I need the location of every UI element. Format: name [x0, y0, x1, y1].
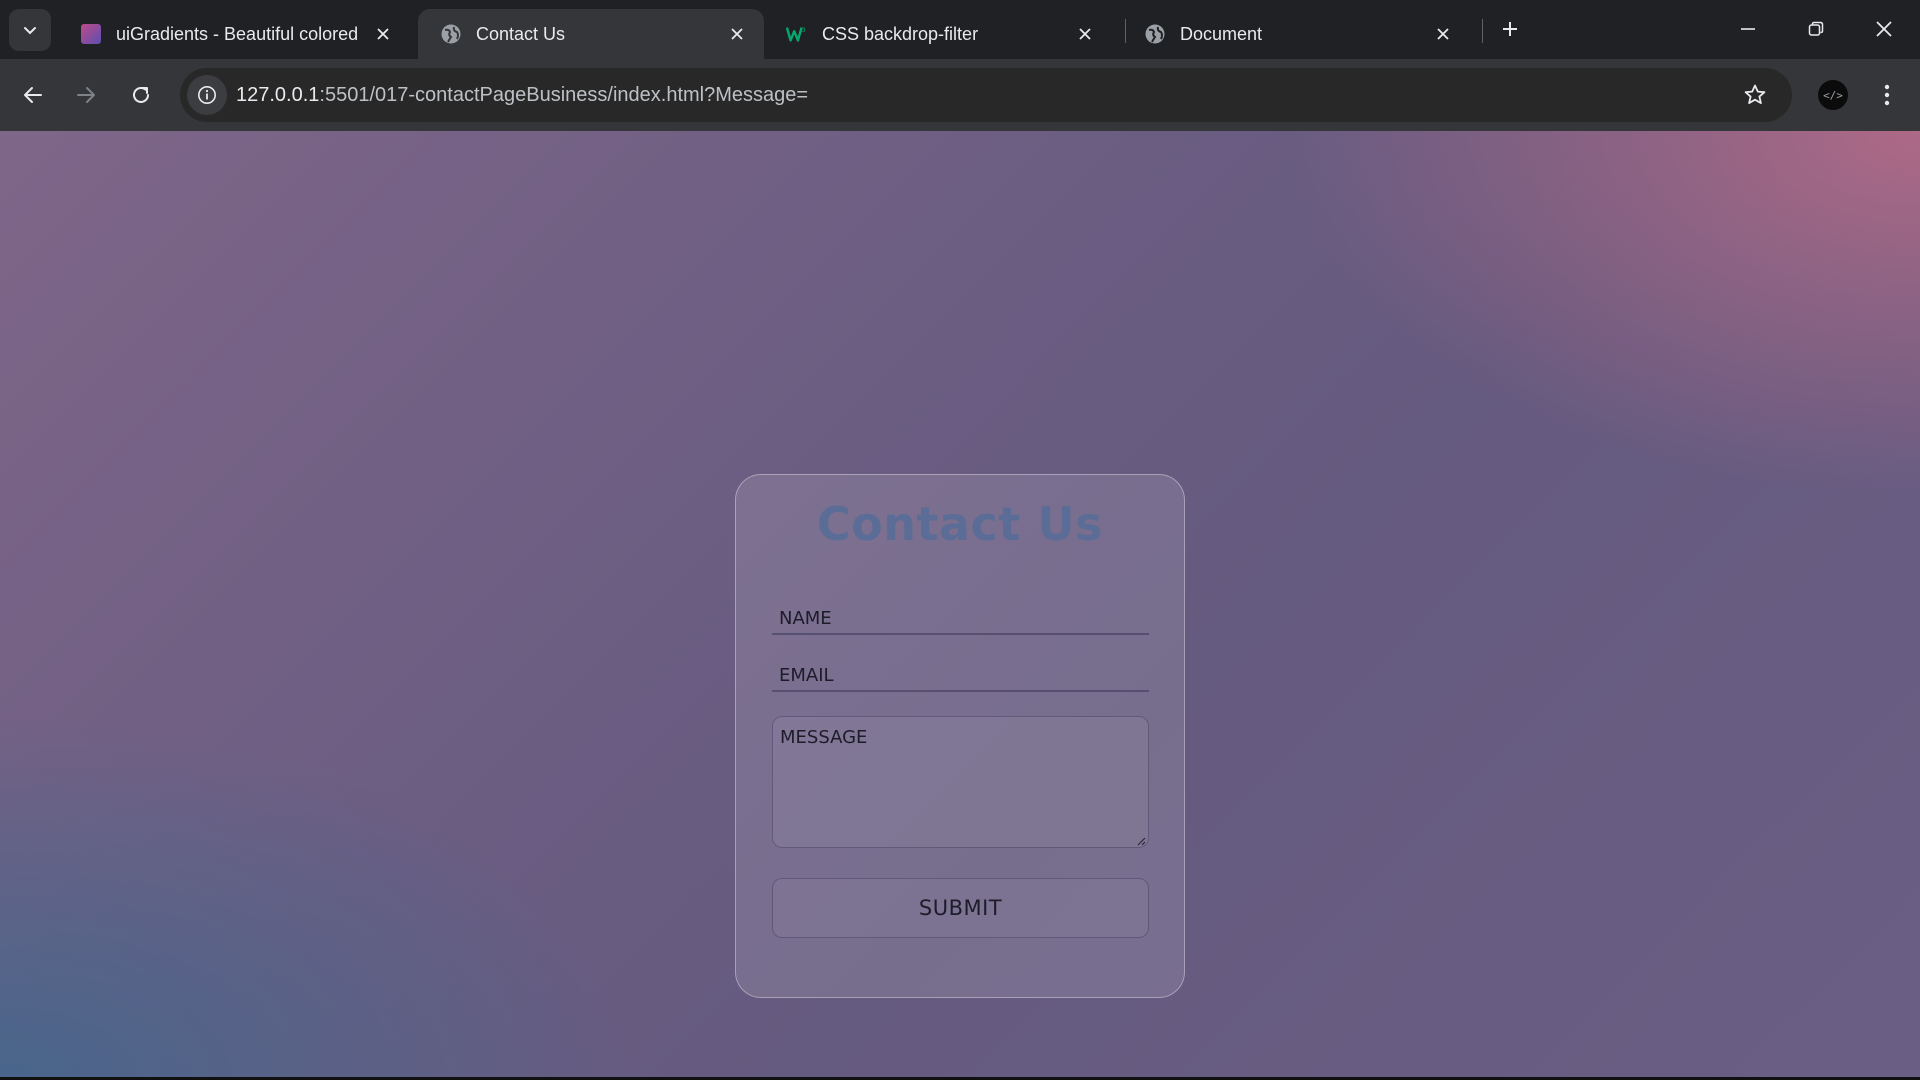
name-field[interactable] — [772, 595, 1149, 635]
tab-title: Document — [1180, 23, 1263, 44]
page-title: Contact Us — [816, 497, 1104, 551]
close-tab-icon[interactable] — [1428, 19, 1458, 49]
bookmark-button[interactable] — [1740, 80, 1770, 110]
close-window-button[interactable] — [1850, 0, 1918, 58]
tab-title: Contact Us — [476, 23, 566, 44]
new-tab-button[interactable] — [1494, 13, 1526, 45]
uigradients-favicon — [80, 23, 102, 45]
url-host: 127.0.0.1 — [236, 83, 320, 106]
arrow-right-icon — [77, 87, 95, 103]
submit-button[interactable]: SUBMIT — [772, 878, 1149, 938]
close-icon — [1876, 21, 1892, 37]
url-text: 127.0.0.1:5501/017-contactPageBusiness/i… — [236, 84, 808, 107]
star-icon — [1744, 84, 1766, 104]
forward-button[interactable] — [68, 77, 104, 113]
tab-search-button[interactable] — [9, 9, 51, 51]
globe-icon — [1144, 23, 1166, 45]
tab-contact-us[interactable]: Contact Us — [418, 9, 764, 59]
minimize-icon — [1741, 28, 1755, 30]
info-icon — [198, 86, 216, 104]
resize-grip-icon[interactable] — [1136, 836, 1146, 846]
close-tab-icon[interactable] — [368, 19, 398, 49]
url-path: :5501/017-contactPageBusiness/index.html… — [319, 83, 809, 106]
arrow-left-icon — [24, 87, 42, 103]
svg-text:3: 3 — [802, 26, 806, 34]
site-info-button[interactable] — [187, 75, 227, 115]
extension-icon[interactable]: </> — [1818, 80, 1848, 110]
chevron-down-icon — [24, 27, 36, 35]
email-field[interactable] — [772, 652, 1149, 692]
reload-button[interactable] — [123, 77, 159, 113]
tab-uigradients[interactable]: uiGradients - Beautiful colored — [58, 9, 410, 59]
address-bar[interactable]: 127.0.0.1:5501/017-contactPageBusiness/i… — [180, 68, 1792, 122]
tab-title: CSS backdrop-filter — [822, 23, 979, 44]
contact-card: Contact Us SUBMIT — [735, 474, 1185, 998]
close-tab-icon[interactable] — [722, 19, 752, 49]
page-viewport: Contact Us SUBMIT — [0, 131, 1920, 1080]
message-field[interactable] — [772, 716, 1149, 848]
tab-strip: uiGradients - Beautiful colored Contact … — [0, 0, 1920, 59]
browser-menu-button[interactable] — [1872, 77, 1902, 113]
restore-icon — [1808, 21, 1824, 36]
back-button[interactable] — [15, 77, 51, 113]
w3schools-favicon: 3 — [786, 23, 808, 45]
restore-button[interactable] — [1782, 0, 1850, 58]
minimize-button[interactable] — [1714, 0, 1782, 58]
browser-toolbar: 127.0.0.1:5501/017-contactPageBusiness/i… — [0, 59, 1920, 131]
tab-document[interactable]: Document — [1122, 9, 1470, 59]
close-tab-icon[interactable] — [1070, 19, 1100, 49]
plus-icon — [1503, 22, 1517, 36]
tab-separator — [1482, 19, 1483, 43]
kebab-menu-icon — [1884, 84, 1890, 106]
reload-icon — [133, 86, 149, 103]
tab-css-backdrop-filter[interactable]: 3 CSS backdrop-filter — [764, 9, 1112, 59]
tab-title: uiGradients - Beautiful colored — [116, 23, 359, 44]
globe-icon — [440, 23, 462, 45]
